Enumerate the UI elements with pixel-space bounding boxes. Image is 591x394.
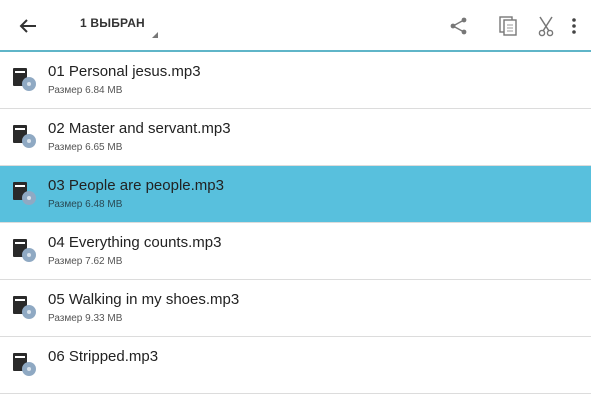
audio-file-icon bbox=[12, 122, 38, 150]
audio-file-icon bbox=[12, 179, 38, 207]
file-name: 05 Walking in my shoes.mp3 bbox=[48, 291, 240, 308]
list-item[interactable]: 01 Personal jesus.mp3 Размер 6.84 MB bbox=[0, 52, 591, 109]
list-item[interactable]: 04 Everything counts.mp3 Размер 7.62 MB bbox=[0, 223, 591, 280]
cut-icon[interactable] bbox=[533, 14, 559, 38]
selection-dropdown-icon[interactable] bbox=[152, 32, 158, 38]
audio-file-icon bbox=[12, 293, 38, 321]
share-icon[interactable] bbox=[446, 14, 472, 38]
list-item[interactable]: 02 Master and servant.mp3 Размер 6.65 MB bbox=[0, 109, 591, 166]
file-size: Размер 6.48 MB bbox=[48, 199, 123, 210]
file-name: 01 Personal jesus.mp3 bbox=[48, 63, 201, 80]
audio-file-icon bbox=[12, 236, 38, 264]
action-bar: 1 ВЫБРАН bbox=[0, 0, 591, 52]
arrow-left-icon[interactable] bbox=[14, 14, 42, 38]
list-item[interactable]: 05 Walking in my shoes.mp3 Размер 9.33 M… bbox=[0, 280, 591, 337]
copy-icon[interactable] bbox=[495, 14, 521, 38]
file-size: Размер 6.65 MB bbox=[48, 142, 123, 153]
file-name: 02 Master and servant.mp3 bbox=[48, 120, 231, 137]
audio-file-icon bbox=[12, 65, 38, 93]
selection-count[interactable]: 1 ВЫБРАН bbox=[80, 16, 145, 36]
file-name: 03 People are people.mp3 bbox=[48, 177, 224, 194]
list-item-selected[interactable]: 03 People are people.mp3 Размер 6.48 MB bbox=[0, 166, 591, 223]
file-name: 06 Stripped.mp3 bbox=[48, 348, 159, 365]
audio-file-icon bbox=[12, 350, 38, 378]
file-name: 04 Everything counts.mp3 bbox=[48, 234, 222, 251]
file-size: Размер 6.84 MB bbox=[48, 85, 123, 96]
file-list: 01 Personal jesus.mp3 Размер 6.84 MB 02 … bbox=[0, 52, 591, 394]
file-size: Размер 7.62 MB bbox=[48, 256, 123, 267]
more-vert-icon[interactable] bbox=[566, 14, 582, 38]
list-item[interactable]: 06 Stripped.mp3 bbox=[0, 337, 591, 394]
file-size: Размер 9.33 MB bbox=[48, 313, 123, 324]
